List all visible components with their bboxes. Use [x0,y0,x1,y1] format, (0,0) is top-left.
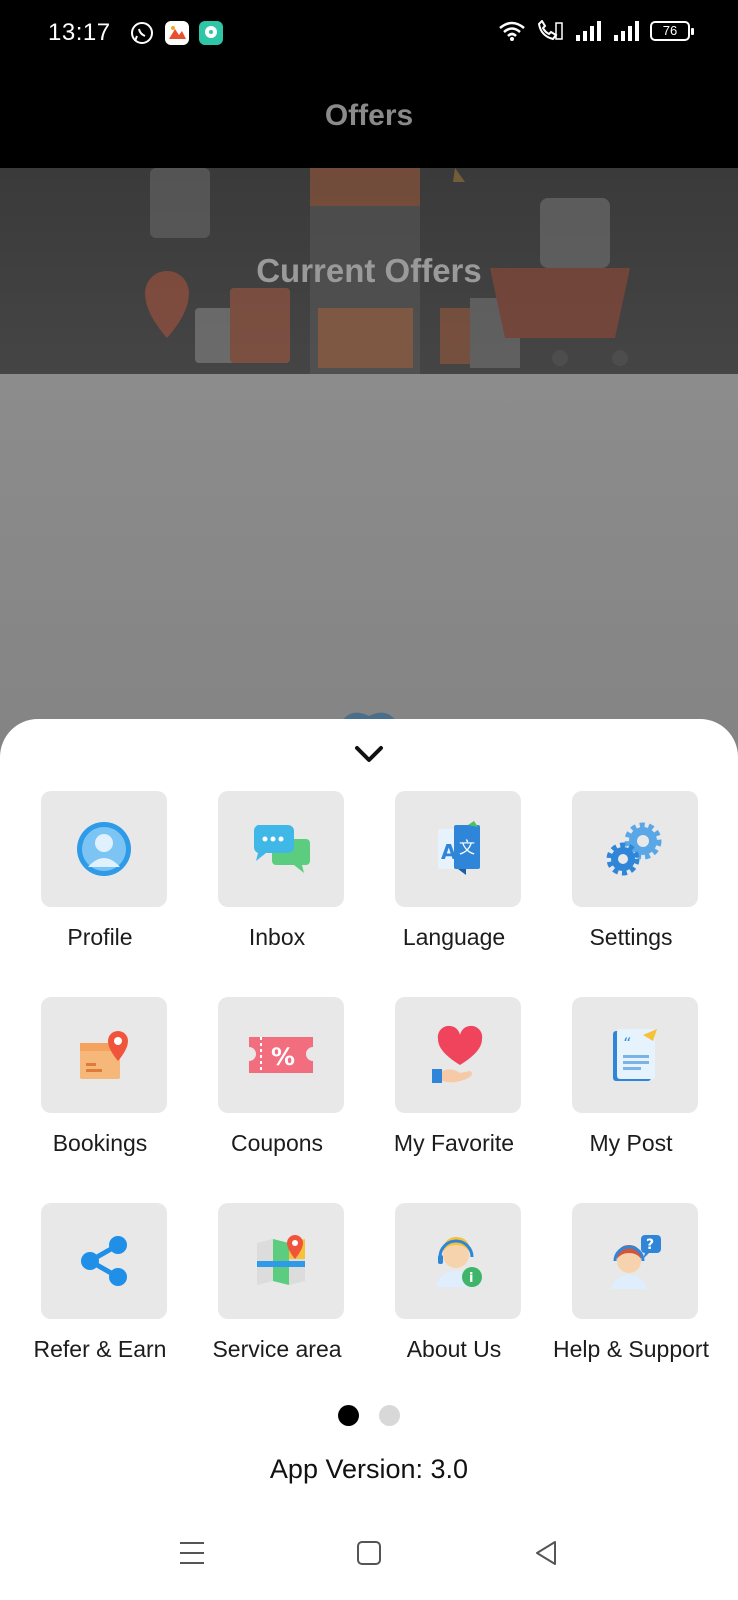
menu-item-label: Profile [67,924,133,950]
menu-item-my-post[interactable]: “ My Post [543,997,719,1187]
menu-item-icon-box [41,1203,167,1319]
menu-item-label: Language [402,924,506,950]
menu-item-icon-box: ? [572,1203,698,1319]
menu-lines-icon [180,1542,204,1564]
menu-item-label: My Post [589,1130,673,1156]
home-button[interactable] [349,1533,389,1573]
wifi-icon [499,21,525,41]
favorite-icon [432,1025,483,1083]
inbox-icon [253,825,310,873]
menu-item-icon-box [395,997,521,1113]
settings-icon [606,822,662,876]
menu-item-settings[interactable]: Settings [543,791,719,981]
post-icon: “ [613,1029,657,1081]
chevron-down-icon [355,746,383,762]
menu-item-label: About Us [406,1336,502,1362]
menu-item-icon-box: i [395,1203,521,1319]
back-button[interactable] [526,1533,566,1573]
status-bar: 13:17 76 [0,0,738,66]
chat-app-icon [199,21,223,45]
menu-item-service-area[interactable]: Service area [189,1203,365,1393]
menu-item-profile[interactable]: Profile [12,791,188,981]
bookings-icon [80,1031,128,1079]
menu-bottom-sheet: Profile Inbox A文 Language Settings Booki… [0,719,738,1600]
menu-item-icon-box: “ [572,997,698,1113]
menu-item-my-favorite[interactable]: My Favorite [366,997,542,1187]
menu-item-icon-box [572,791,698,907]
app-version: App Version: 3.0 [269,1454,469,1484]
whatsapp-icon [130,21,154,45]
menu-item-icon-box [218,791,344,907]
app-bar: Offers [0,66,738,168]
page-dot-active[interactable] [338,1405,359,1426]
square-icon [357,1541,381,1565]
menu-item-refer-earn[interactable]: Refer & Earn [12,1203,188,1393]
system-nav-bar [0,1515,738,1600]
menu-item-icon-box: A文 [395,791,521,907]
menu-item-language[interactable]: A文 Language [366,791,542,981]
signal-1-icon [576,21,601,41]
collapse-sheet-button[interactable] [349,739,389,769]
volte-call-icon [537,20,563,41]
page-indicator [0,1405,738,1426]
banner-title: Current Offers [256,252,482,289]
offers-banner[interactable]: Current Offers [0,168,738,374]
menu-item-icon-box: % [218,997,344,1113]
svg-text:i: i [469,1271,473,1286]
menu-item-label: Help & Support [553,1336,709,1362]
menu-item-label: Settings [589,924,673,950]
battery-icon: 76 [650,21,694,41]
menu-item-icon-box [41,791,167,907]
signal-2-icon [614,21,639,41]
menu-item-label: Refer & Earn [33,1336,167,1362]
gallery-app-icon [165,21,189,45]
svg-text:“: “ [623,1034,631,1053]
map-icon [257,1235,305,1285]
menu-item-help-support[interactable]: ? Help & Support [543,1203,719,1393]
back-triangle-icon [536,1541,556,1565]
recent-apps-button[interactable] [172,1533,212,1573]
page-title: Offers [324,99,414,132]
menu-item-label: Service area [212,1336,342,1362]
svg-text:A: A [441,840,457,864]
menu-item-inbox[interactable]: Inbox [189,791,365,981]
menu-item-icon-box [218,1203,344,1319]
share-icon [81,1236,127,1286]
menu-item-label: Bookings [52,1130,148,1156]
svg-text:?: ? [646,1237,654,1253]
status-indicators: 76 [498,20,694,42]
page-dot-inactive[interactable] [379,1405,400,1426]
svg-text:%: % [271,1043,295,1071]
about-icon: i [436,1237,482,1287]
profile-icon [77,822,131,876]
menu-item-about-us[interactable]: i About Us [366,1203,542,1393]
menu-item-icon-box [41,997,167,1113]
svg-text:文: 文 [459,838,475,857]
support-icon: ? [611,1235,661,1289]
language-icon: A文 [438,821,480,875]
menu-item-bookings[interactable]: Bookings [12,997,188,1187]
menu-item-label: Coupons [230,1130,324,1156]
coupons-icon: % [249,1037,313,1073]
menu-item-label: My Favorite [393,1130,515,1156]
menu-item-coupons[interactable]: % Coupons [189,997,365,1187]
status-time: 13:17 [48,19,111,46]
menu-item-label: Inbox [248,924,306,950]
